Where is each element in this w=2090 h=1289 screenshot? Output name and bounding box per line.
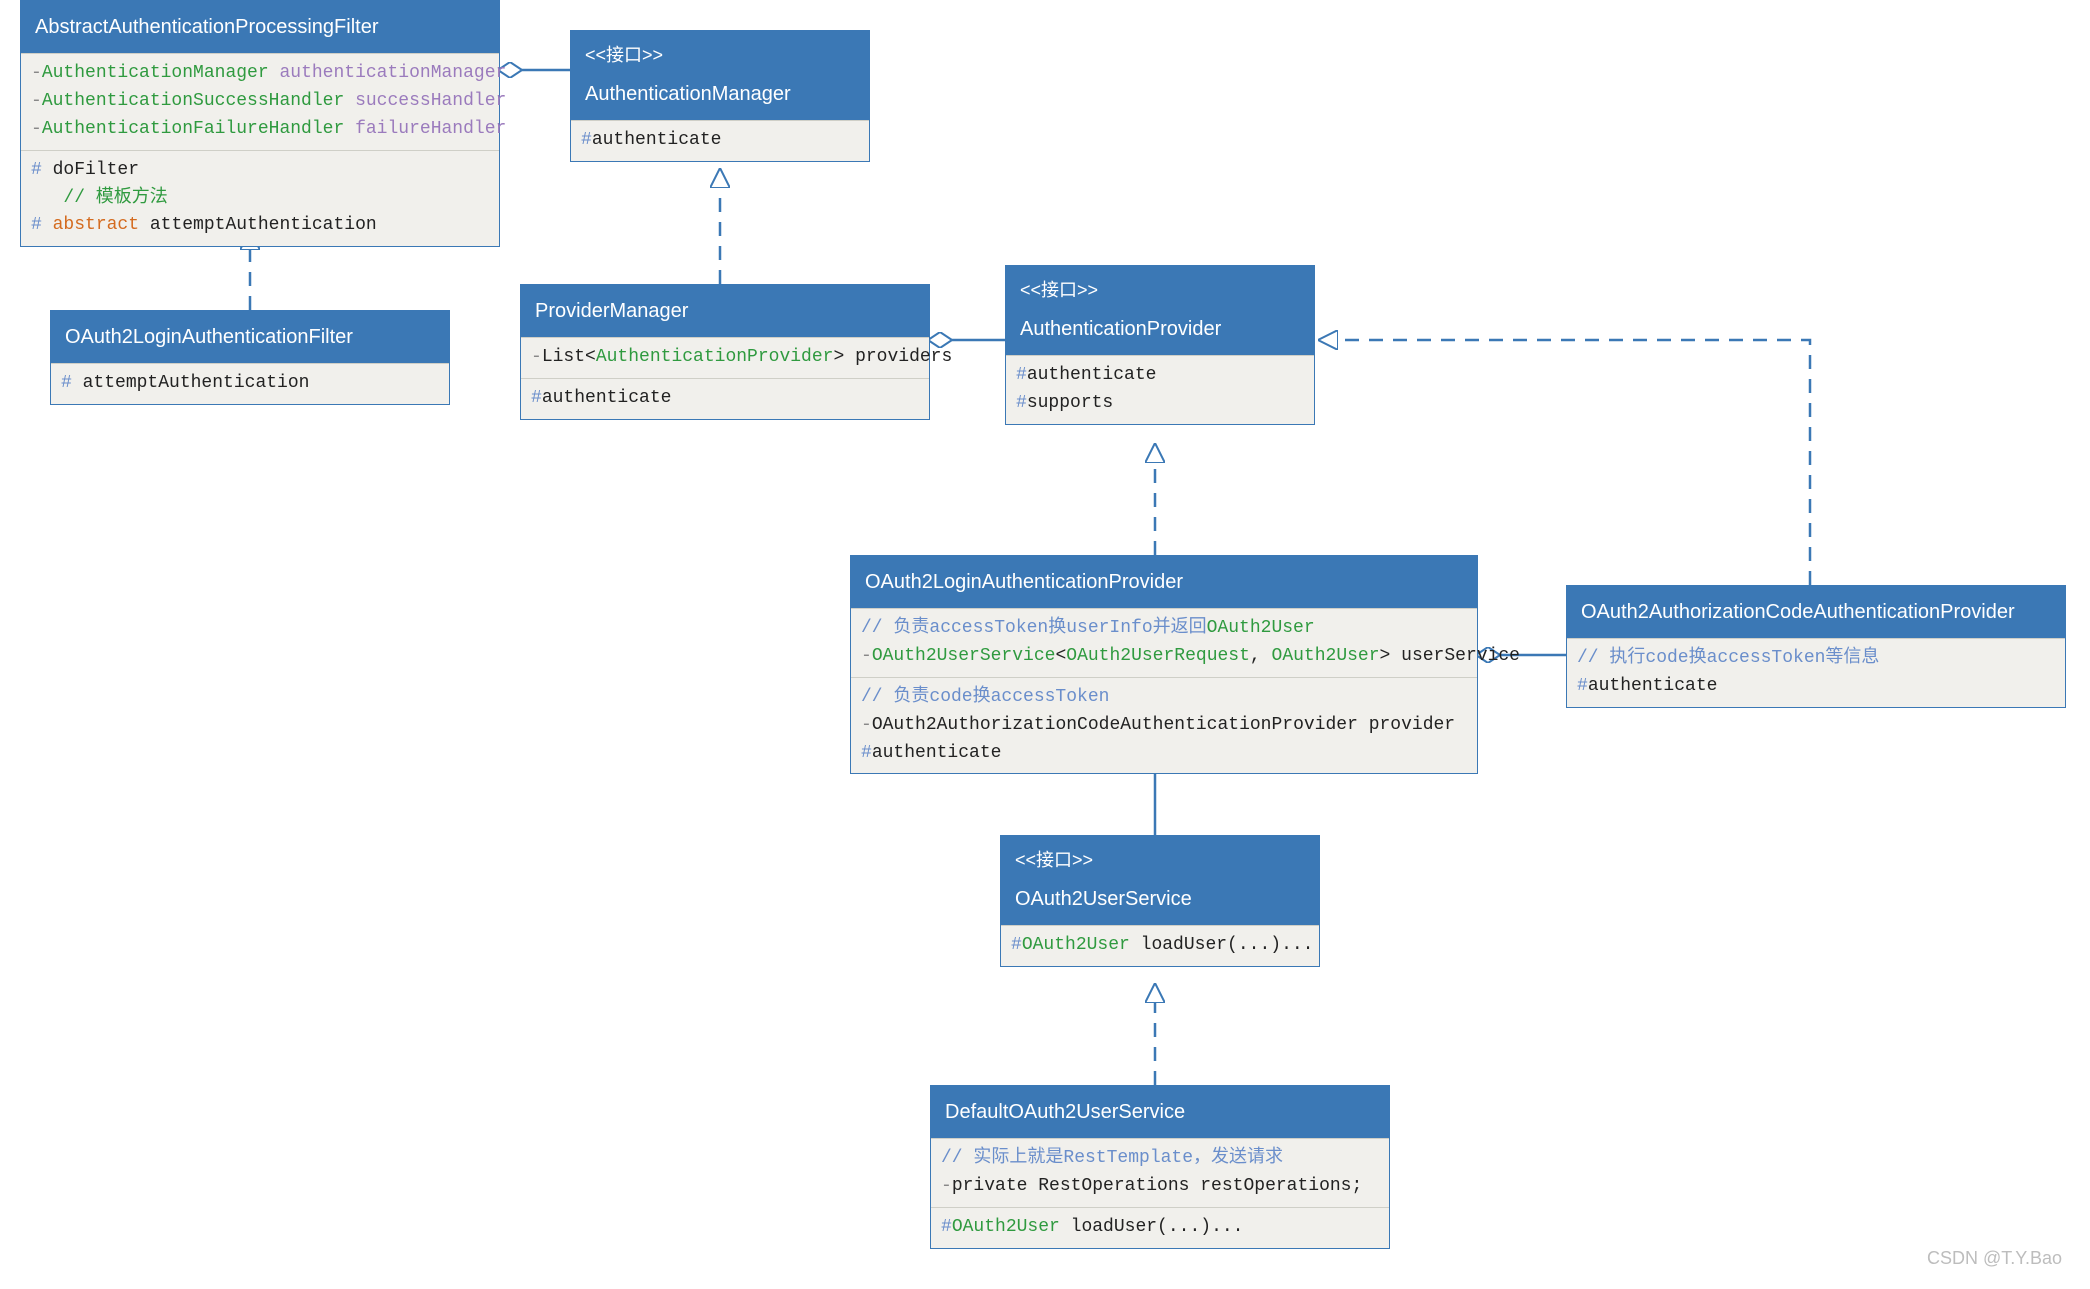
class-title: <<接口>> OAuth2UserService: [1001, 836, 1319, 925]
class-operations: # doFilter // 模板方法 # abstract attemptAut…: [21, 150, 499, 247]
class-title: <<接口>> AuthenticationManager: [571, 31, 869, 120]
class-title: OAuth2LoginAuthenticationProvider: [851, 556, 1477, 608]
class-operations: #authenticate: [571, 120, 869, 161]
class-attributes: // 执行code换accessToken等信息 #authenticate: [1567, 638, 2065, 707]
class-oauth2-login-auth-provider: OAuth2LoginAuthenticationProvider // 负责a…: [850, 555, 1478, 774]
interface-oauth2-user-service: <<接口>> OAuth2UserService #OAuth2User loa…: [1000, 835, 1320, 967]
class-default-oauth2-user-service: DefaultOAuth2UserService // 实际上就是RestTem…: [930, 1085, 1390, 1249]
class-oauth2-code-auth-provider: OAuth2AuthorizationCodeAuthenticationPro…: [1566, 585, 2066, 708]
class-title: OAuth2AuthorizationCodeAuthenticationPro…: [1567, 586, 2065, 638]
class-title: ProviderManager: [521, 285, 929, 337]
class-operations: #authenticate #supports: [1006, 355, 1314, 424]
interface-authentication-manager: <<接口>> AuthenticationManager #authentica…: [570, 30, 870, 162]
class-provider-manager: ProviderManager -List<AuthenticationProv…: [520, 284, 930, 420]
class-title: <<接口>> AuthenticationProvider: [1006, 266, 1314, 355]
class-attributes: -List<AuthenticationProvider> providers: [521, 337, 929, 378]
class-title: OAuth2LoginAuthenticationFilter: [51, 311, 449, 363]
watermark: CSDN @T.Y.Bao: [1927, 1248, 2062, 1269]
class-title: DefaultOAuth2UserService: [931, 1086, 1389, 1138]
class-operations: # attemptAuthentication: [51, 363, 449, 404]
class-attributes: // 负责accessToken换userInfo并返回OAuth2User -…: [851, 608, 1477, 677]
class-abstract-auth-filter: AbstractAuthenticationProcessingFilter -…: [20, 0, 500, 247]
class-title: AbstractAuthenticationProcessingFilter: [21, 1, 499, 53]
class-operations: #OAuth2User loadUser(...)...: [1001, 925, 1319, 966]
interface-authentication-provider: <<接口>> AuthenticationProvider #authentic…: [1005, 265, 1315, 425]
class-oauth2-login-filter: OAuth2LoginAuthenticationFilter # attemp…: [50, 310, 450, 405]
class-attributes: -AuthenticationManager authenticationMan…: [21, 53, 499, 150]
class-operations: #OAuth2User loadUser(...)...: [931, 1207, 1389, 1248]
class-attributes-2: // 负责code换accessToken -OAuth2Authorizati…: [851, 677, 1477, 774]
class-operations: #authenticate: [521, 378, 929, 419]
class-attributes: // 实际上就是RestTemplate，发送请求 -private RestO…: [931, 1138, 1389, 1207]
